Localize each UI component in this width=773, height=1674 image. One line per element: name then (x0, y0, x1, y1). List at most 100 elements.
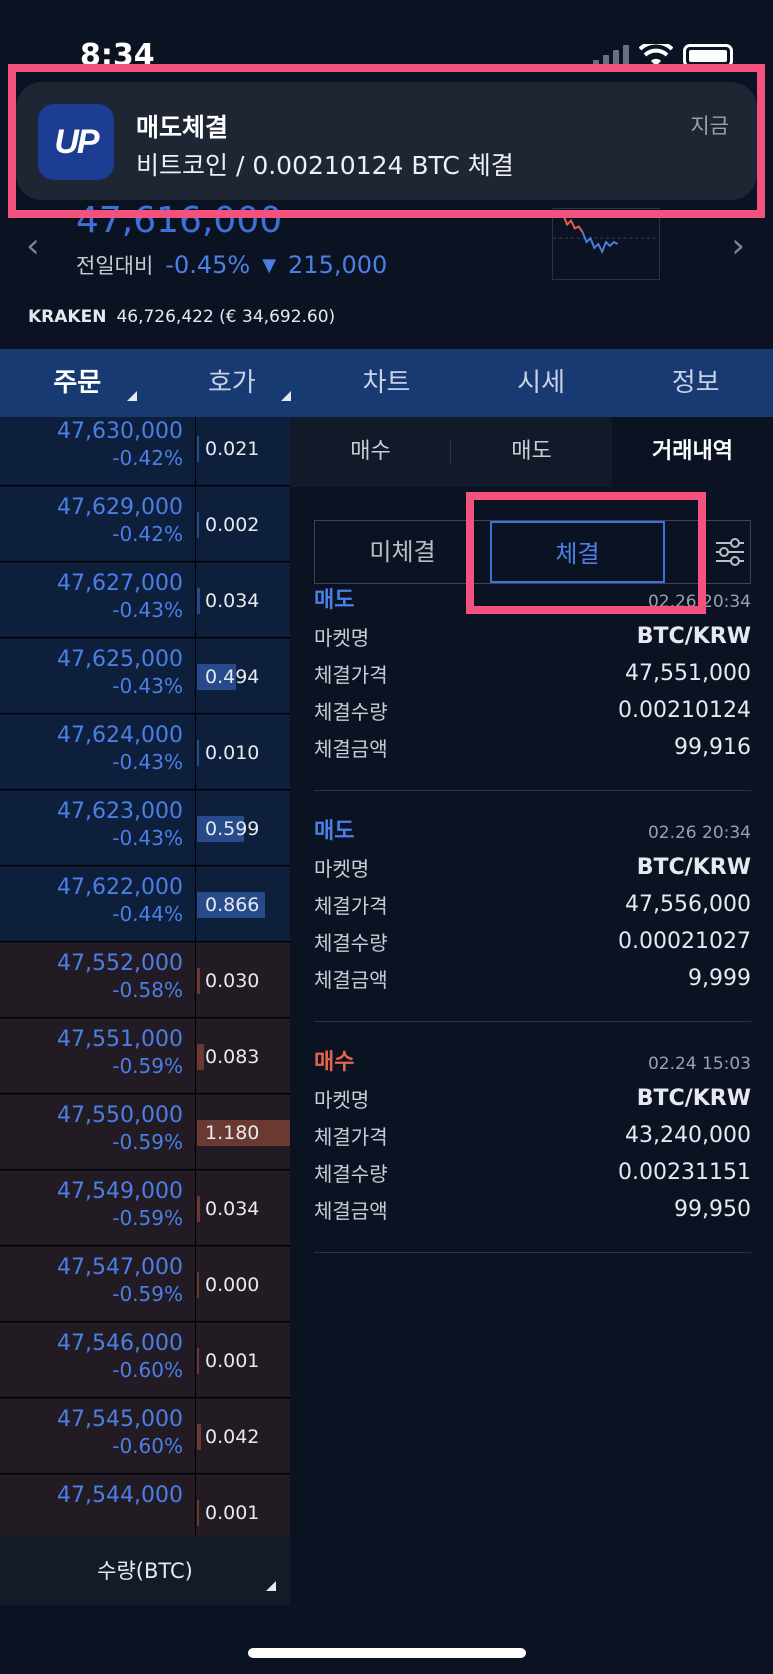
orderbook-price-cell[interactable]: 47,623,000 -0.43% (0, 791, 196, 866)
trade-field-value: 47,556,000 (625, 892, 751, 917)
orderbook-price-cell[interactable]: 47,627,000 -0.43% (0, 563, 196, 638)
orderbook-quantity-cell[interactable]: 0.494 (197, 639, 290, 714)
orderbook-bid-row[interactable]: 47,551,000 -0.59% 0.083 (0, 1019, 290, 1094)
orderbook-bid-row[interactable]: 47,549,000 -0.59% 0.034 (0, 1171, 290, 1246)
orderbook-bid-row[interactable]: 47,545,000 -0.60% 0.042 (0, 1399, 290, 1474)
orderbook-quantity-cell[interactable]: 0.034 (197, 1171, 290, 1246)
orderbook-ask-row[interactable]: 47,630,000 -0.42% 0.021 (0, 417, 290, 486)
orderbook-price: 47,627,000 (57, 571, 183, 596)
orderbook-quantity-cell[interactable]: 1.180 (197, 1095, 290, 1170)
orderbook-quantity-cell[interactable]: 0.083 (197, 1019, 290, 1094)
orderbook-quantity-cell[interactable]: 0.034 (197, 563, 290, 638)
tab-buy[interactable]: 매수 (290, 417, 451, 487)
orderbook-bid-row[interactable]: 47,546,000 -0.60% 0.001 (0, 1323, 290, 1398)
orderbook-price-cell[interactable]: 47,624,000 -0.43% (0, 715, 196, 790)
orderbook-quantity-cell[interactable]: 0.042 (197, 1399, 290, 1474)
orderbook-bid-row[interactable]: 47,544,000 0.001 (0, 1475, 290, 1537)
tab-chart[interactable]: 차트 (309, 349, 464, 417)
mini-price-chart[interactable] (552, 208, 660, 280)
orderbook-quantity-cell[interactable]: 0.866 (197, 867, 290, 942)
quantity-unit-selector[interactable]: 수량(BTC) (0, 1537, 290, 1605)
main-tab-bar: 주문 호가 차트 시세 정보 (0, 349, 773, 417)
orderbook-change-pct: -0.60% (112, 1434, 183, 1458)
orderbook-bid-row[interactable]: 47,547,000 -0.59% 0.000 (0, 1247, 290, 1322)
status-time: 8:34 (80, 38, 155, 73)
trade-field: 체결수량 0.00231151 (314, 1154, 751, 1191)
orderbook-change-pct: -0.58% (112, 978, 183, 1002)
orderbook-price-cell[interactable]: 47,552,000 -0.58% (0, 943, 196, 1018)
orderbook-ask-row[interactable]: 47,624,000 -0.43% 0.010 (0, 715, 290, 790)
orderbook-price-cell[interactable]: 47,545,000 -0.60% (0, 1399, 196, 1474)
trade-entry[interactable]: 매수 02.24 15:03 마켓명 BTC/KRW 체결가격 43,240,000 체결수… (314, 1044, 751, 1228)
orderbook-bid-row[interactable]: 47,550,000 -0.59% 1.180 (0, 1095, 290, 1170)
trade-type: 매도 (314, 588, 355, 613)
trade-divider (314, 1252, 751, 1253)
trade-field-label: 체결금액 (314, 968, 388, 992)
tab-order[interactable]: 주문 (0, 349, 155, 417)
orderbook-price: 47,547,000 (57, 1255, 183, 1280)
segment-filled[interactable]: 체결 (490, 521, 665, 583)
orderbook-price-cell[interactable]: 47,629,000 -0.42% (0, 487, 196, 562)
orderbook-quantity-cell[interactable]: 0.001 (197, 1323, 290, 1398)
orderbook-quantity-cell[interactable]: 0.000 (197, 1247, 290, 1322)
orderbook-quantity-cell[interactable]: 0.001 (197, 1475, 290, 1537)
orderbook-ask-row[interactable]: 47,625,000 -0.43% 0.494 (0, 639, 290, 714)
down-arrow-icon: ▼ (262, 254, 277, 276)
tab-orderbook[interactable]: 호가 (155, 349, 310, 417)
orderbook-price-cell[interactable]: 47,547,000 -0.59% (0, 1247, 196, 1322)
orderbook-quantity-cell[interactable]: 0.030 (197, 943, 290, 1018)
corner-indicator-icon (281, 391, 292, 401)
orderbook-price-cell[interactable]: 47,625,000 -0.43% (0, 639, 196, 714)
orderbook-price-cell[interactable]: 47,546,000 -0.60% (0, 1323, 196, 1398)
next-coin-chevron-icon[interactable]: › (731, 226, 745, 266)
orderbook-ask-row[interactable]: 47,629,000 -0.42% 0.002 (0, 487, 290, 562)
trade-time: 02.26 20:34 (647, 823, 751, 843)
trade-time: 02.24 15:03 (647, 1054, 751, 1074)
price-change: 전일대비 -0.45% ▼ 215,000 (76, 250, 387, 280)
orderbook-bid-row[interactable]: 47,552,000 -0.58% 0.030 (0, 943, 290, 1018)
trade-field-value: 0.00231151 (618, 1160, 751, 1185)
orderbook[interactable]: 47,630,000 -0.42% 0.021 47,629,000 -0.42% 0.0… (0, 417, 290, 1537)
orderbook-quantity-cell[interactable]: 0.599 (197, 791, 290, 866)
filter-settings-icon[interactable] (715, 535, 745, 569)
trade-field: 마켓명 BTC/KRW (314, 849, 751, 886)
orderbook-price-cell[interactable]: 47,551,000 -0.59% (0, 1019, 196, 1094)
home-indicator[interactable] (248, 1648, 526, 1658)
orderbook-quantity: 0.083 (205, 1046, 260, 1068)
trade-entry[interactable]: 매도 02.26 20:34 마켓명 BTC/KRW 체결가격 47,556,000 체결수… (314, 813, 751, 997)
orderbook-quantity-cell[interactable]: 0.021 (197, 417, 290, 486)
previous-coin-chevron-icon[interactable]: ‹ (26, 226, 40, 266)
orderbook-ask-row[interactable]: 47,623,000 -0.43% 0.599 (0, 791, 290, 866)
upbit-app-icon: UP (38, 104, 114, 180)
orderbook-price-cell[interactable]: 47,550,000 -0.59% (0, 1095, 196, 1170)
trade-divider (314, 1021, 751, 1022)
segment-pending[interactable]: 미체결 (315, 521, 490, 583)
notification-title: 매도체결 (136, 113, 229, 142)
orderbook-quantity-cell[interactable]: 0.002 (197, 487, 290, 562)
tab-info[interactable]: 정보 (618, 349, 773, 417)
tab-market-price[interactable]: 시세 (464, 349, 619, 417)
orderbook-price: 47,545,000 (57, 1407, 183, 1432)
orderbook-price-cell[interactable]: 47,544,000 (0, 1475, 196, 1537)
trade-entry[interactable]: 매도 02.26 20:34 마켓명 BTC/KRW 체결가격 47,551,000 체결수… (314, 582, 751, 766)
orderbook-ask-row[interactable]: 47,622,000 -0.44% 0.866 (0, 867, 290, 942)
orderbook-price-cell[interactable]: 47,549,000 -0.59% (0, 1171, 196, 1246)
trade-field-label: 체결수량 (314, 700, 388, 724)
orderbook-depth-bar (197, 968, 200, 994)
orderbook-quantity-cell[interactable]: 0.010 (197, 715, 290, 790)
orderbook-quantity: 0.030 (205, 970, 260, 992)
orderbook-quantity: 0.010 (205, 742, 260, 764)
orderbook-price: 47,544,000 (57, 1483, 183, 1508)
orderbook-change-pct: -0.43% (112, 750, 183, 774)
orderbook-ask-row[interactable]: 47,627,000 -0.43% 0.034 (0, 563, 290, 638)
orderbook-price-cell[interactable]: 47,630,000 -0.42% (0, 417, 196, 486)
orderbook-depth-bar (197, 588, 200, 614)
tab-sell[interactable]: 매도 (451, 417, 612, 487)
trade-field-value: 0.00021027 (618, 929, 751, 954)
orderbook-quantity: 0.021 (205, 438, 260, 460)
orderbook-price-cell[interactable]: 47,622,000 -0.44% (0, 867, 196, 942)
orderbook-quantity: 0.034 (205, 1198, 260, 1220)
tab-trade-history[interactable]: 거래내역 (612, 417, 773, 487)
push-notification[interactable]: UP 매도체결 비트코인 / 0.00210124 BTC 체결 지금 (16, 82, 757, 200)
orderbook-quantity: 0.034 (205, 590, 260, 612)
